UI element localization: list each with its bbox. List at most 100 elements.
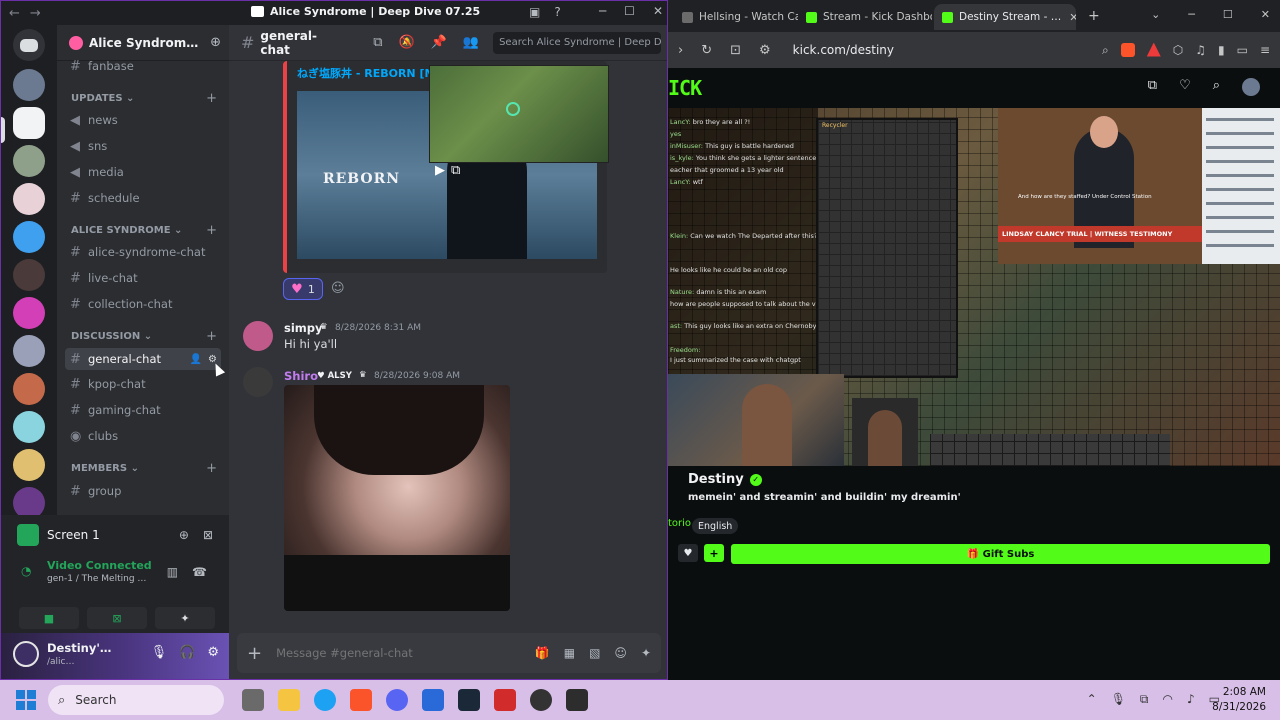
close-button[interactable]: ✕: [1261, 8, 1270, 21]
search-icon[interactable]: ⌕: [1213, 78, 1220, 96]
follow-heart-button[interactable]: ♥: [678, 544, 698, 562]
avatar[interactable]: [243, 321, 273, 351]
category-updates[interactable]: UPDATES ⌄: [71, 93, 134, 104]
brave-icon[interactable]: [350, 689, 372, 711]
server-icon[interactable]: [13, 69, 45, 101]
subscribe-button[interactable]: +: [704, 544, 724, 562]
category-members[interactable]: MEMBERS ⌄: [71, 463, 139, 474]
steam-icon[interactable]: [458, 689, 480, 711]
site-info-icon[interactable]: ⚙: [759, 43, 771, 58]
server-icon[interactable]: [13, 145, 45, 177]
close-button[interactable]: ✕: [653, 4, 663, 18]
apps-icon[interactable]: ✦: [641, 646, 651, 660]
mute-icon[interactable]: 🔕: [399, 35, 415, 50]
gif-icon[interactable]: ▦: [564, 646, 575, 660]
close-screen-icon[interactable]: ⊠: [203, 528, 213, 542]
help-icon[interactable]: ?: [554, 5, 560, 19]
channel-media[interactable]: ◀ media: [65, 161, 221, 183]
voice-channel[interactable]: gen-1 / The Melting …: [47, 574, 146, 584]
streamer-name[interactable]: Destiny: [688, 472, 744, 487]
avatar[interactable]: [1242, 78, 1260, 96]
gift-icon[interactable]: 🎁: [535, 646, 550, 660]
volume-icon[interactable]: ♪: [1187, 692, 1195, 707]
clock[interactable]: 2:08 AM 8/31/2026: [1212, 685, 1266, 715]
emoji-icon[interactable]: ☺: [614, 646, 627, 660]
wallet-icon[interactable]: ▭: [1237, 43, 1248, 58]
channel-group[interactable]: # group: [65, 480, 221, 502]
media-icon[interactable]: ♫: [1195, 43, 1206, 58]
person-add-icon[interactable]: ⊕: [210, 35, 221, 50]
menu-icon[interactable]: ≡: [1260, 43, 1270, 58]
add-person-icon[interactable]: ⊕: [179, 528, 189, 542]
username[interactable]: Destiny'…: [47, 641, 111, 655]
avatar[interactable]: [13, 641, 39, 667]
stream-player[interactable]: LancY: bro they are all ?! yes inMisuser…: [668, 108, 1280, 466]
zoom-icon[interactable]: ⌕: [1102, 43, 1109, 58]
category-alice-syndrome[interactable]: ALICE SYNDROME ⌄: [71, 225, 182, 236]
sticker-icon[interactable]: ▧: [589, 646, 600, 660]
close-tab-icon[interactable]: ✕: [1069, 11, 1076, 24]
inbox-icon[interactable]: ▣: [529, 5, 540, 19]
channel-news[interactable]: ◀ news: [65, 109, 221, 131]
category-link[interactable]: torio: [668, 518, 691, 529]
channel-sns[interactable]: ◀ sns: [65, 135, 221, 157]
tab-destiny-stream[interactable]: Destiny Stream - … ✕: [934, 4, 1076, 30]
channel-general-chat[interactable]: # general-chat 👤 ⚙: [65, 348, 221, 370]
server-icon[interactable]: [13, 335, 45, 367]
home-button[interactable]: [13, 29, 45, 61]
add-channel-icon[interactable]: +: [206, 461, 217, 476]
sidebar-icon[interactable]: ▮: [1218, 43, 1225, 58]
upload-plus-icon[interactable]: +: [247, 643, 262, 664]
channel-fanbase[interactable]: # fanbase: [65, 55, 221, 77]
activities-button[interactable]: ✦: [155, 607, 215, 629]
channel-collection-chat[interactable]: # collection-chat: [65, 293, 221, 315]
threads-icon[interactable]: ⧉: [373, 35, 382, 50]
channel-clubs[interactable]: ◉ clubs: [65, 425, 221, 447]
forward-icon[interactable]: ›: [678, 43, 683, 58]
channel-gaming-chat[interactable]: # gaming-chat: [65, 399, 221, 421]
add-reaction-icon[interactable]: ☺: [331, 281, 345, 296]
members-icon[interactable]: 👥: [463, 35, 479, 50]
task-view-icon[interactable]: [242, 689, 264, 711]
app-icon[interactable]: [494, 689, 516, 711]
server-icon[interactable]: [13, 183, 45, 215]
voice-status[interactable]: Video Connected: [47, 559, 152, 572]
play-icon[interactable]: ▶: [435, 163, 445, 178]
microphone-icon[interactable]: 🎙: [151, 645, 168, 660]
stream-button[interactable]: ⊠: [87, 607, 147, 629]
channel-schedule[interactable]: # schedule: [65, 187, 221, 209]
clip-icon[interactable]: ⧉: [1148, 78, 1157, 96]
obs-icon[interactable]: [530, 689, 552, 711]
reaction-button[interactable]: ♥ 1: [283, 278, 323, 300]
message-author[interactable]: Shiro: [284, 369, 318, 383]
extensions-icon[interactable]: ⬡: [1173, 43, 1183, 58]
avatar[interactable]: [243, 367, 273, 397]
server-icon[interactable]: [13, 411, 45, 443]
embed-title[interactable]: ねぎ塩豚丼 - REBORN [M: [297, 65, 435, 81]
new-tab-button[interactable]: +: [1088, 8, 1100, 24]
following-heart-icon[interactable]: ♡: [1179, 78, 1191, 96]
server-icon[interactable]: [13, 221, 45, 253]
channel-alice-syndrome-chat[interactable]: # alice-syndrome-chat: [65, 241, 221, 263]
open-external-icon[interactable]: ⧉: [451, 163, 460, 178]
brave-rewards-icon[interactable]: [1146, 42, 1161, 57]
chevron-up-icon[interactable]: ⌃: [1087, 692, 1097, 707]
tab-hellsing[interactable]: Hellsing - Watch Carto…: [674, 4, 798, 30]
add-channel-icon[interactable]: +: [206, 223, 217, 238]
discord-icon[interactable]: [386, 689, 408, 711]
disconnect-icon[interactable]: ☎: [192, 565, 207, 579]
server-icon[interactable]: [13, 259, 45, 291]
app-icon[interactable]: [566, 689, 588, 711]
channel-kpop-chat[interactable]: # kpop-chat: [65, 373, 221, 395]
microphone-icon[interactable]: 🎙: [1111, 692, 1126, 707]
tab-search-icon[interactable]: ⌄: [1151, 8, 1160, 21]
taskbar-search[interactable]: ⌕ Search: [48, 685, 224, 715]
invite-icon[interactable]: 👤: [190, 354, 202, 365]
server-icon[interactable]: [13, 373, 45, 405]
server-icon[interactable]: [13, 297, 45, 329]
add-channel-icon[interactable]: +: [206, 329, 217, 344]
kick-logo[interactable]: ICK: [668, 76, 702, 100]
category-discussion[interactable]: DISCUSSION ⌄: [71, 331, 152, 342]
server-icon-alice[interactable]: [13, 107, 45, 139]
language-tag[interactable]: English: [692, 518, 739, 534]
